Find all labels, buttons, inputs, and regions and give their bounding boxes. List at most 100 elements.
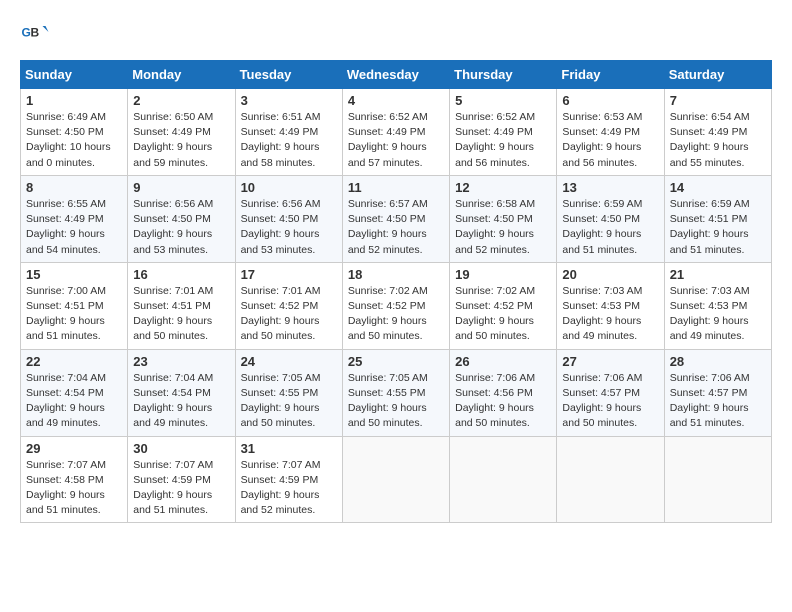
day-detail: Sunrise: 7:06 AM Sunset: 4:57 PM Dayligh… xyxy=(670,371,766,432)
day-number: 16 xyxy=(133,267,229,282)
calendar-day-13: 13 Sunrise: 6:59 AM Sunset: 4:50 PM Dayl… xyxy=(557,175,664,262)
day-detail: Sunrise: 6:54 AM Sunset: 4:49 PM Dayligh… xyxy=(670,110,766,171)
day-detail: Sunrise: 6:59 AM Sunset: 4:51 PM Dayligh… xyxy=(670,197,766,258)
day-number: 20 xyxy=(562,267,658,282)
calendar-day-15: 15 Sunrise: 7:00 AM Sunset: 4:51 PM Dayl… xyxy=(21,262,128,349)
day-detail: Sunrise: 6:52 AM Sunset: 4:49 PM Dayligh… xyxy=(348,110,444,171)
calendar-day-31: 31 Sunrise: 7:07 AM Sunset: 4:59 PM Dayl… xyxy=(235,436,342,523)
calendar-day-3: 3 Sunrise: 6:51 AM Sunset: 4:49 PM Dayli… xyxy=(235,89,342,176)
day-number: 4 xyxy=(348,93,444,108)
empty-cell xyxy=(342,436,449,523)
calendar-table: SundayMondayTuesdayWednesdayThursdayFrid… xyxy=(20,60,772,523)
calendar-day-17: 17 Sunrise: 7:01 AM Sunset: 4:52 PM Dayl… xyxy=(235,262,342,349)
col-header-thursday: Thursday xyxy=(450,61,557,89)
col-header-monday: Monday xyxy=(128,61,235,89)
calendar-day-6: 6 Sunrise: 6:53 AM Sunset: 4:49 PM Dayli… xyxy=(557,89,664,176)
day-detail: Sunrise: 7:03 AM Sunset: 4:53 PM Dayligh… xyxy=(670,284,766,345)
empty-cell xyxy=(557,436,664,523)
day-number: 17 xyxy=(241,267,337,282)
calendar-day-4: 4 Sunrise: 6:52 AM Sunset: 4:49 PM Dayli… xyxy=(342,89,449,176)
day-number: 14 xyxy=(670,180,766,195)
calendar-day-26: 26 Sunrise: 7:06 AM Sunset: 4:56 PM Dayl… xyxy=(450,349,557,436)
calendar-day-2: 2 Sunrise: 6:50 AM Sunset: 4:49 PM Dayli… xyxy=(128,89,235,176)
day-detail: Sunrise: 7:00 AM Sunset: 4:51 PM Dayligh… xyxy=(26,284,122,345)
day-detail: Sunrise: 7:06 AM Sunset: 4:57 PM Dayligh… xyxy=(562,371,658,432)
day-number: 9 xyxy=(133,180,229,195)
day-number: 15 xyxy=(26,267,122,282)
day-detail: Sunrise: 7:02 AM Sunset: 4:52 PM Dayligh… xyxy=(455,284,551,345)
day-detail: Sunrise: 7:04 AM Sunset: 4:54 PM Dayligh… xyxy=(133,371,229,432)
calendar-day-9: 9 Sunrise: 6:56 AM Sunset: 4:50 PM Dayli… xyxy=(128,175,235,262)
day-number: 28 xyxy=(670,354,766,369)
calendar-day-30: 30 Sunrise: 7:07 AM Sunset: 4:59 PM Dayl… xyxy=(128,436,235,523)
day-number: 25 xyxy=(348,354,444,369)
day-detail: Sunrise: 6:52 AM Sunset: 4:49 PM Dayligh… xyxy=(455,110,551,171)
day-detail: Sunrise: 7:03 AM Sunset: 4:53 PM Dayligh… xyxy=(562,284,658,345)
day-number: 11 xyxy=(348,180,444,195)
day-detail: Sunrise: 6:56 AM Sunset: 4:50 PM Dayligh… xyxy=(133,197,229,258)
day-detail: Sunrise: 7:04 AM Sunset: 4:54 PM Dayligh… xyxy=(26,371,122,432)
calendar-day-12: 12 Sunrise: 6:58 AM Sunset: 4:50 PM Dayl… xyxy=(450,175,557,262)
col-header-sunday: Sunday xyxy=(21,61,128,89)
svg-text:B: B xyxy=(31,26,40,40)
calendar-day-24: 24 Sunrise: 7:05 AM Sunset: 4:55 PM Dayl… xyxy=(235,349,342,436)
col-header-tuesday: Tuesday xyxy=(235,61,342,89)
calendar-day-25: 25 Sunrise: 7:05 AM Sunset: 4:55 PM Dayl… xyxy=(342,349,449,436)
calendar-day-21: 21 Sunrise: 7:03 AM Sunset: 4:53 PM Dayl… xyxy=(664,262,771,349)
day-detail: Sunrise: 7:07 AM Sunset: 4:59 PM Dayligh… xyxy=(241,458,337,519)
day-number: 12 xyxy=(455,180,551,195)
calendar-day-19: 19 Sunrise: 7:02 AM Sunset: 4:52 PM Dayl… xyxy=(450,262,557,349)
page-header: G B xyxy=(20,20,772,50)
day-number: 22 xyxy=(26,354,122,369)
day-number: 2 xyxy=(133,93,229,108)
day-number: 21 xyxy=(670,267,766,282)
day-number: 6 xyxy=(562,93,658,108)
calendar-day-14: 14 Sunrise: 6:59 AM Sunset: 4:51 PM Dayl… xyxy=(664,175,771,262)
calendar-day-20: 20 Sunrise: 7:03 AM Sunset: 4:53 PM Dayl… xyxy=(557,262,664,349)
calendar-day-1: 1 Sunrise: 6:49 AM Sunset: 4:50 PM Dayli… xyxy=(21,89,128,176)
day-detail: Sunrise: 7:05 AM Sunset: 4:55 PM Dayligh… xyxy=(348,371,444,432)
day-number: 18 xyxy=(348,267,444,282)
day-detail: Sunrise: 7:01 AM Sunset: 4:51 PM Dayligh… xyxy=(133,284,229,345)
empty-cell xyxy=(450,436,557,523)
day-number: 10 xyxy=(241,180,337,195)
day-number: 13 xyxy=(562,180,658,195)
logo-icon: G B xyxy=(20,20,50,50)
day-number: 3 xyxy=(241,93,337,108)
day-detail: Sunrise: 6:49 AM Sunset: 4:50 PM Dayligh… xyxy=(26,110,122,171)
day-number: 23 xyxy=(133,354,229,369)
calendar-day-23: 23 Sunrise: 7:04 AM Sunset: 4:54 PM Dayl… xyxy=(128,349,235,436)
day-detail: Sunrise: 6:51 AM Sunset: 4:49 PM Dayligh… xyxy=(241,110,337,171)
day-detail: Sunrise: 6:58 AM Sunset: 4:50 PM Dayligh… xyxy=(455,197,551,258)
day-detail: Sunrise: 7:07 AM Sunset: 4:59 PM Dayligh… xyxy=(133,458,229,519)
day-number: 5 xyxy=(455,93,551,108)
empty-cell xyxy=(664,436,771,523)
day-number: 1 xyxy=(26,93,122,108)
calendar-day-18: 18 Sunrise: 7:02 AM Sunset: 4:52 PM Dayl… xyxy=(342,262,449,349)
day-detail: Sunrise: 6:55 AM Sunset: 4:49 PM Dayligh… xyxy=(26,197,122,258)
calendar-day-7: 7 Sunrise: 6:54 AM Sunset: 4:49 PM Dayli… xyxy=(664,89,771,176)
day-detail: Sunrise: 7:02 AM Sunset: 4:52 PM Dayligh… xyxy=(348,284,444,345)
day-detail: Sunrise: 6:53 AM Sunset: 4:49 PM Dayligh… xyxy=(562,110,658,171)
svg-text:G: G xyxy=(22,26,31,40)
col-header-saturday: Saturday xyxy=(664,61,771,89)
day-number: 30 xyxy=(133,441,229,456)
calendar-day-8: 8 Sunrise: 6:55 AM Sunset: 4:49 PM Dayli… xyxy=(21,175,128,262)
calendar-day-10: 10 Sunrise: 6:56 AM Sunset: 4:50 PM Dayl… xyxy=(235,175,342,262)
day-detail: Sunrise: 6:50 AM Sunset: 4:49 PM Dayligh… xyxy=(133,110,229,171)
day-detail: Sunrise: 7:05 AM Sunset: 4:55 PM Dayligh… xyxy=(241,371,337,432)
calendar-day-28: 28 Sunrise: 7:06 AM Sunset: 4:57 PM Dayl… xyxy=(664,349,771,436)
day-number: 19 xyxy=(455,267,551,282)
calendar-day-22: 22 Sunrise: 7:04 AM Sunset: 4:54 PM Dayl… xyxy=(21,349,128,436)
day-detail: Sunrise: 7:07 AM Sunset: 4:58 PM Dayligh… xyxy=(26,458,122,519)
day-number: 8 xyxy=(26,180,122,195)
col-header-friday: Friday xyxy=(557,61,664,89)
day-detail: Sunrise: 7:01 AM Sunset: 4:52 PM Dayligh… xyxy=(241,284,337,345)
calendar-day-16: 16 Sunrise: 7:01 AM Sunset: 4:51 PM Dayl… xyxy=(128,262,235,349)
day-number: 29 xyxy=(26,441,122,456)
day-number: 7 xyxy=(670,93,766,108)
day-detail: Sunrise: 6:59 AM Sunset: 4:50 PM Dayligh… xyxy=(562,197,658,258)
col-header-wednesday: Wednesday xyxy=(342,61,449,89)
day-detail: Sunrise: 6:57 AM Sunset: 4:50 PM Dayligh… xyxy=(348,197,444,258)
day-number: 24 xyxy=(241,354,337,369)
